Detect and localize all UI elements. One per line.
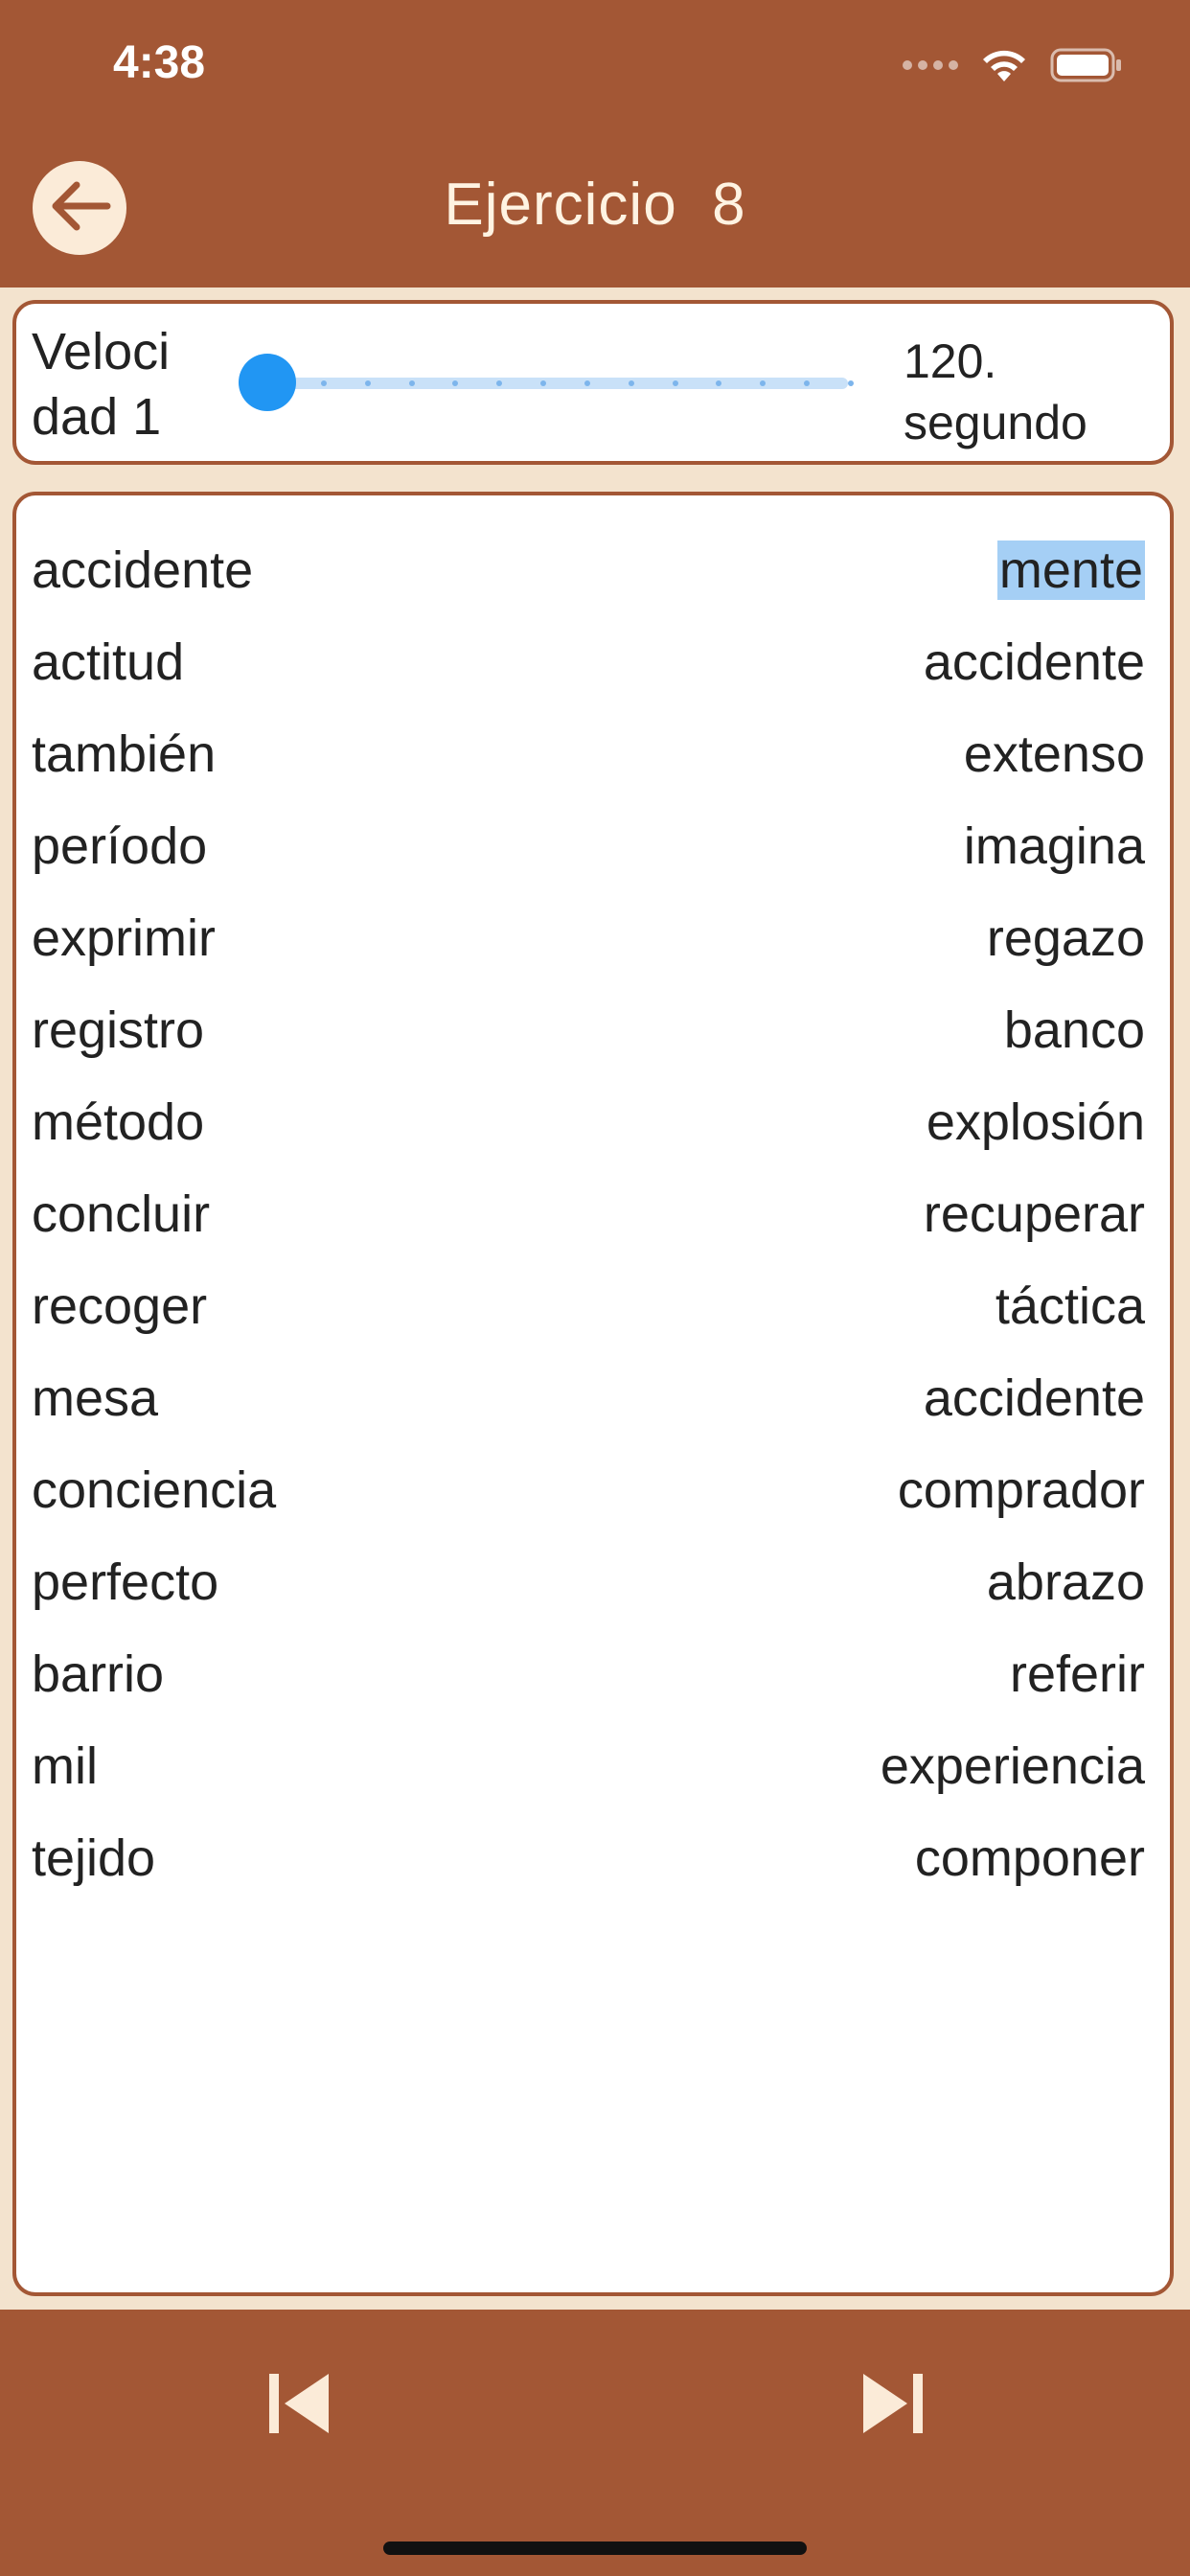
word-left: concluir bbox=[32, 1185, 211, 1243]
word-right: abrazo bbox=[986, 1553, 1145, 1611]
skip-next-icon bbox=[859, 2372, 927, 2440]
word-left: accidente bbox=[32, 541, 254, 599]
word-row: recoger táctica bbox=[32, 1260, 1145, 1352]
slider-tick bbox=[496, 380, 502, 386]
word-left: también bbox=[32, 725, 217, 783]
slider-tick bbox=[848, 380, 854, 386]
slider-tick bbox=[409, 380, 415, 386]
next-button[interactable] bbox=[845, 2358, 941, 2453]
skip-previous-icon bbox=[265, 2372, 332, 2440]
slider-tick bbox=[540, 380, 546, 386]
word-left: perfecto bbox=[32, 1553, 219, 1611]
slider-tick bbox=[629, 380, 634, 386]
word-row: mesa accidente bbox=[32, 1352, 1145, 1444]
slider-tick bbox=[760, 380, 766, 386]
speed-panel: Veloci dad 1 120. segundo bbox=[12, 300, 1174, 465]
previous-button[interactable] bbox=[251, 2358, 347, 2453]
word-right: regazo bbox=[986, 909, 1145, 967]
word-row: concluir recuperar bbox=[32, 1168, 1145, 1260]
word-left: período bbox=[32, 817, 208, 875]
word-right: táctica bbox=[995, 1277, 1145, 1335]
word-left: barrio bbox=[32, 1645, 165, 1703]
word-row: método explosión bbox=[32, 1076, 1145, 1168]
word-left: mil bbox=[32, 1737, 98, 1795]
home-indicator bbox=[383, 2542, 807, 2555]
status-time: 4:38 bbox=[113, 37, 206, 88]
bottom-bar bbox=[0, 2310, 1190, 2576]
speed-slider[interactable] bbox=[239, 354, 854, 411]
word-right: componer bbox=[914, 1829, 1145, 1887]
slider-thumb[interactable] bbox=[239, 354, 296, 411]
slider-tick bbox=[365, 380, 371, 386]
word-right: experiencia bbox=[880, 1737, 1145, 1795]
word-left: actitud bbox=[32, 633, 185, 691]
word-row: actitud accidente bbox=[32, 616, 1145, 708]
battery-icon bbox=[1050, 47, 1123, 83]
word-row: tejido componer bbox=[32, 1812, 1145, 1904]
word-row: perfecto abrazo bbox=[32, 1536, 1145, 1628]
word-left: registro bbox=[32, 1001, 205, 1059]
slider-ticks bbox=[277, 380, 854, 386]
word-left: mesa bbox=[32, 1369, 159, 1427]
word-row: período imagina bbox=[32, 800, 1145, 892]
speed-value: 120. segundo bbox=[904, 334, 1087, 449]
word-right: accidente bbox=[923, 1369, 1145, 1427]
page-title: Ejercicio 8 bbox=[444, 172, 746, 238]
status-icons bbox=[903, 46, 1123, 84]
slider-tick bbox=[584, 380, 590, 386]
speed-label: Veloci dad 1 bbox=[32, 323, 171, 446]
word-right: recuperar bbox=[923, 1185, 1145, 1243]
word-row: conciencia comprador bbox=[32, 1444, 1145, 1536]
word-left: exprimir bbox=[32, 909, 217, 967]
word-right: mente bbox=[996, 540, 1145, 600]
word-left: tejido bbox=[32, 1829, 156, 1887]
slider-tick bbox=[673, 380, 678, 386]
word-row: accidente mente bbox=[32, 524, 1145, 616]
slider-tick bbox=[321, 380, 327, 386]
signal-icon bbox=[903, 60, 958, 70]
word-right: accidente bbox=[923, 633, 1145, 691]
slider-tick bbox=[452, 380, 458, 386]
nav-bar: Ejercicio 8 bbox=[0, 134, 1190, 288]
word-row: registro banco bbox=[32, 984, 1145, 1076]
word-row: también extenso bbox=[32, 708, 1145, 800]
wifi-icon bbox=[979, 47, 1029, 83]
word-right: imagina bbox=[963, 817, 1145, 875]
slider-tick bbox=[716, 380, 721, 386]
word-row: barrio referir bbox=[32, 1628, 1145, 1720]
word-right: explosión bbox=[926, 1093, 1145, 1151]
word-list: accidente mente actitud accidente también ext… bbox=[12, 492, 1174, 2296]
word-right: banco bbox=[1003, 1001, 1145, 1059]
word-right: referir bbox=[1009, 1645, 1145, 1703]
slider-tick bbox=[804, 380, 810, 386]
status-bar: 4:38 bbox=[0, 0, 1190, 134]
word-right: comprador bbox=[897, 1461, 1145, 1519]
word-left: método bbox=[32, 1093, 205, 1151]
word-left: conciencia bbox=[32, 1461, 277, 1519]
word-row: exprimir regazo bbox=[32, 892, 1145, 984]
word-left: recoger bbox=[32, 1277, 208, 1335]
word-row: mil experiencia bbox=[32, 1720, 1145, 1812]
word-right: extenso bbox=[963, 725, 1145, 783]
